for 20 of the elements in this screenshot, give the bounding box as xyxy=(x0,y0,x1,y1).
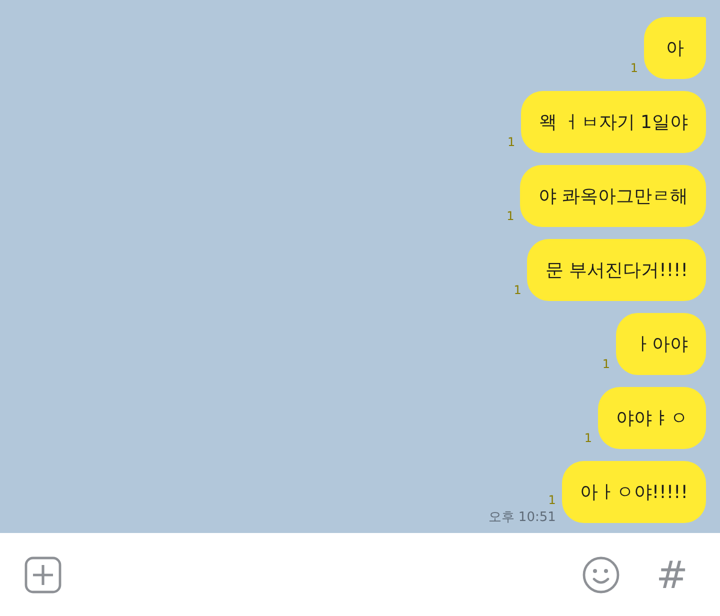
message-bubble: 아ㅏㅇ야!!!!! xyxy=(562,461,706,523)
plus-square-icon xyxy=(24,556,62,594)
unread-count: 1 xyxy=(506,209,514,223)
message-bubble: 문 부서진다거!!!! xyxy=(527,239,706,301)
message-bubble: 야야ㅑㅇ xyxy=(598,387,706,449)
unread-count: 1 xyxy=(584,431,592,445)
unread-count: 1 xyxy=(548,493,556,507)
hashtag-button[interactable]: # xyxy=(656,556,688,594)
emoji-button[interactable] xyxy=(582,556,620,594)
add-button[interactable] xyxy=(24,556,62,594)
smiley-icon xyxy=(582,556,620,594)
message-bubble: 왝 ㅓㅂ자기 1일야 xyxy=(521,91,706,153)
unread-count: 1 xyxy=(514,283,522,297)
unread-count: 1 xyxy=(602,357,610,371)
message-bubble: 야 콰옥아그만ㄹ해 xyxy=(520,165,706,227)
message-bubble: 아 xyxy=(644,17,706,79)
message-time: 오후 10:51 xyxy=(488,511,556,525)
message-bubble: ㅏ아야 xyxy=(616,313,706,375)
unread-count: 1 xyxy=(630,61,638,75)
unread-count: 1 xyxy=(507,135,516,149)
